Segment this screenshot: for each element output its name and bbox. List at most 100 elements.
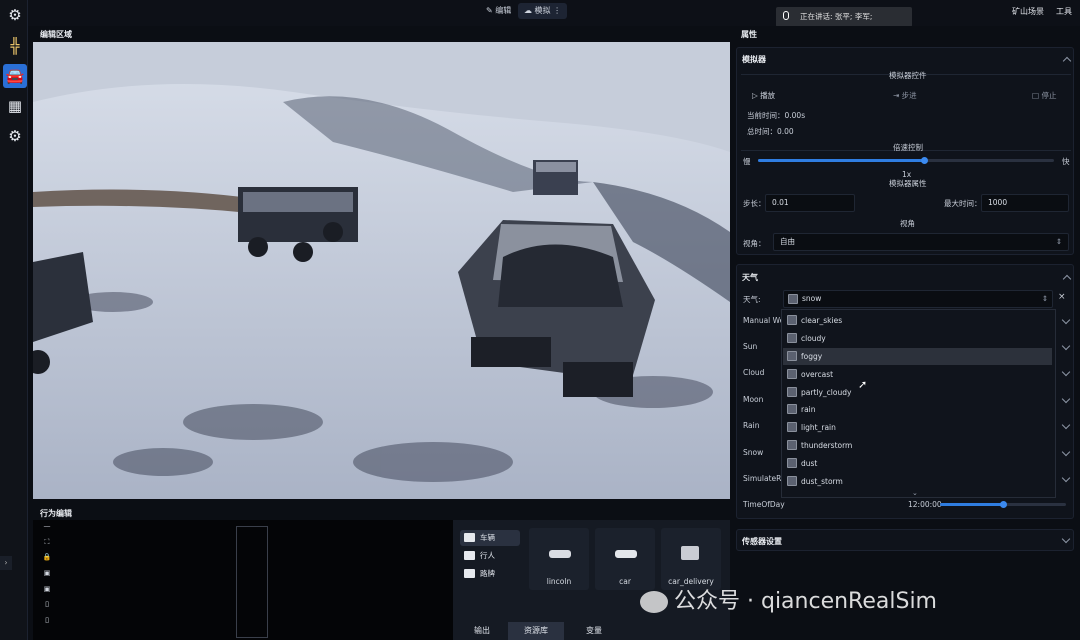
speed-slider-handle[interactable] [920,157,928,164]
tab-variables[interactable]: 变量 [572,622,616,640]
thunderstorm-icon [787,440,797,450]
truck-thumbnail [681,546,699,560]
folder-label: 行人 [480,551,495,560]
option-label: cloudy [801,334,826,343]
tab-output[interactable]: 输出 [462,622,502,640]
controls-title: 模拟器控件 [889,71,927,80]
light-rain-icon [787,422,797,432]
line-tool-icon[interactable]: — [40,522,54,534]
time-slider-handle[interactable] [1000,501,1007,508]
vehicles-icon[interactable]: 🚘 [3,64,27,88]
folder-signs[interactable]: 路牌 [460,566,520,582]
capture-icon[interactable]: ▣ [40,569,54,581]
asset-lincoln[interactable]: lincoln [529,528,589,590]
settings-icon[interactable]: ⚙ [3,124,27,148]
simulator-title[interactable]: 模拟器 [742,54,766,65]
folder-icon [464,569,475,578]
asset-label: lincoln [546,577,572,586]
weather-row-label: Rain [743,421,760,430]
clear-icon[interactable]: × [1058,292,1066,302]
fast-label: 快 [1062,157,1070,166]
play-button[interactable]: ▷ 播放 [752,90,775,101]
folder-vehicles[interactable]: 车辆 [460,530,520,546]
step-size-label: 步长： [743,199,766,208]
grid-icon[interactable]: ▦ [3,94,27,118]
weather-option[interactable]: rain [783,401,1052,418]
current-time: 当前时间：0.00s [747,111,806,120]
option-label: foggy [801,352,823,361]
step-button[interactable]: ⇥ 步进 [893,90,917,101]
car-thumbnail [549,550,571,558]
weather-select[interactable]: snow ⇕ [783,290,1053,308]
dust-storm-icon [787,476,797,486]
tab-library[interactable]: 资源库 [508,622,564,640]
weather-option[interactable]: clear_skies [783,312,1052,329]
partly-cloudy-icon [787,387,797,397]
gears-icon[interactable]: ⚙ [3,3,27,27]
scene-name[interactable]: 矿山场景 [1012,6,1044,17]
tab-edit[interactable]: ✎ 编辑 [480,3,517,19]
speed-slider[interactable] [758,157,1054,164]
max-time-input[interactable]: 1000 [981,194,1069,212]
view-select-value: 自由 [780,237,795,246]
weather-option[interactable]: thunderstorm [783,437,1052,454]
folder-label: 车辆 [480,533,495,542]
step-size-input[interactable]: 0.01 [765,194,855,212]
car-thumbnail [615,550,637,558]
road-icon[interactable]: ╬ [3,34,27,58]
behavior-canvas[interactable] [33,520,453,640]
option-label: light_rain [801,423,836,432]
slow-label: 慢 [743,157,751,166]
tools-menu[interactable]: 工具 [1056,6,1072,17]
weather-option[interactable]: dust [783,455,1052,472]
watermark-text: 公众号 · qiancenRealSim [674,589,937,614]
folder-pedestrians[interactable]: 行人 [460,548,520,564]
weather-row-label: Moon [743,395,764,404]
weather-option[interactable]: partly_cloudy [783,384,1052,401]
tab-simulate-label: 模拟 [534,6,551,15]
overcast-icon [787,369,797,379]
top-bar: ✎ 编辑 ☁ 模拟 ⋮ 矿山场景 工具 [28,0,1080,26]
save-icon[interactable]: ▯ [40,616,54,628]
lock-icon[interactable]: 🔒 [40,553,54,565]
left-sidebar: ⚙ ╬ 🚘 ▦ ⚙ › [0,0,28,640]
watermark: 公众号 · qiancenRealSim [640,583,1060,614]
file-icon[interactable]: ▯ [40,600,54,612]
chevron-updown-icon: ⇕ [1041,294,1048,303]
stop-label: 停止 [1041,91,1057,100]
option-label: clear_skies [801,316,843,325]
weather-option-highlighted[interactable]: foggy [783,348,1052,365]
timeline-track[interactable] [236,526,268,638]
frame-icon[interactable]: ▣ [40,585,54,597]
weather-title[interactable]: 天气 [742,272,758,283]
weather-row-label: SimulateRe [743,474,786,483]
weather-label: 天气: [743,295,761,304]
3d-viewport[interactable] [33,42,730,499]
speed-slider-fill [758,159,924,162]
speaking-indicator: 正在讲话: 张平; 李军; [776,7,912,27]
time-of-day-value: 12:00:00 [908,500,942,509]
time-of-day-slider[interactable] [940,501,1066,508]
foggy-icon [787,351,797,361]
view-select[interactable]: 自由 ⇕ [773,233,1069,251]
option-label: thunderstorm [801,441,853,450]
stop-button[interactable]: □ 停止 [1032,90,1056,101]
weather-option[interactable]: dust_storm [783,473,1052,490]
sensor-title[interactable]: 传感器设置 [742,536,782,547]
scroll-down-icon[interactable]: ⌄ [912,489,918,497]
sensor-section [736,529,1074,551]
weather-option[interactable]: overcast [783,366,1052,383]
tab-simulate[interactable]: ☁ 模拟 ⋮ [518,3,568,19]
fit-view-icon[interactable]: ⛶ [40,538,54,550]
speaking-text: 正在讲话: 张平; 李军; [800,12,873,21]
collapse-arrow-icon[interactable]: › [0,556,12,570]
weather-option[interactable]: light_rain [783,419,1052,436]
asset-car-delivery[interactable]: car_delivery [661,528,721,590]
option-label: rain [801,405,816,414]
weather-row-label: Snow [743,448,764,457]
asset-car[interactable]: car [595,528,655,590]
weather-option[interactable]: cloudy [783,330,1052,347]
option-label: dust_storm [801,477,843,486]
weather-row-label: Manual We [743,316,785,325]
tab-edit-label: 编辑 [495,6,512,15]
